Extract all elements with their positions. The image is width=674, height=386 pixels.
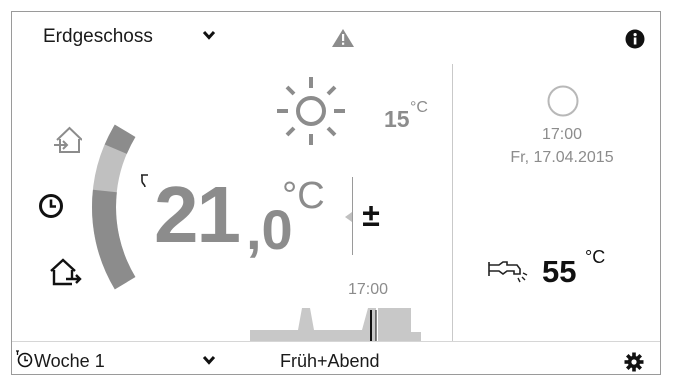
- circle-outline-icon: [547, 85, 579, 122]
- temperature-adjust-button[interactable]: ±: [358, 195, 384, 235]
- info-circle-icon[interactable]: [625, 29, 645, 54]
- profile-label[interactable]: Früh+Abend: [280, 351, 380, 372]
- program-label: Woche 1: [34, 351, 105, 371]
- program-clock-icon: [15, 350, 33, 371]
- program-selector[interactable]: Woche 1: [12, 346, 242, 374]
- hot-water-unit: °C: [585, 247, 606, 267]
- panel-divider: [452, 64, 453, 341]
- arc-tip: [104, 124, 136, 155]
- room-temperature-unit: °C: [282, 175, 325, 217]
- chevron-down-icon: [202, 29, 216, 44]
- hot-water-temperature: 55: [542, 254, 577, 289]
- schedule-preview-graph[interactable]: [250, 306, 425, 342]
- outside-temperature: 15: [384, 106, 410, 132]
- room-temperature-integer: 21: [154, 170, 241, 259]
- footer-divider: [12, 341, 660, 342]
- sun-icon: [274, 74, 348, 153]
- warning-triangle-icon[interactable]: [331, 28, 355, 53]
- faucet-icon[interactable]: [487, 257, 529, 288]
- house-arrow-out-icon[interactable]: [50, 256, 82, 291]
- house-arrow-in-icon[interactable]: [52, 124, 83, 159]
- current-time: 17:00: [541, 126, 583, 143]
- thermostat-screen: Erdgeschoss 21 ,0 °C ± 15 °C 17:00 17:00…: [11, 11, 661, 375]
- manual-override-icon: [138, 173, 150, 194]
- gear-icon[interactable]: [624, 352, 644, 377]
- schedule-time-label: 17:00: [348, 281, 389, 298]
- adjust-separator: [352, 177, 353, 255]
- outside-temperature-unit: °C: [410, 99, 428, 116]
- zone-label: Erdgeschoss: [43, 26, 153, 47]
- clock-icon[interactable]: [38, 193, 64, 224]
- chevron-down-icon: [202, 354, 216, 369]
- zone-selector[interactable]: Erdgeschoss: [12, 18, 242, 52]
- caret-left-icon: [344, 210, 352, 228]
- current-date: Fr, 17.04.2015: [510, 149, 614, 166]
